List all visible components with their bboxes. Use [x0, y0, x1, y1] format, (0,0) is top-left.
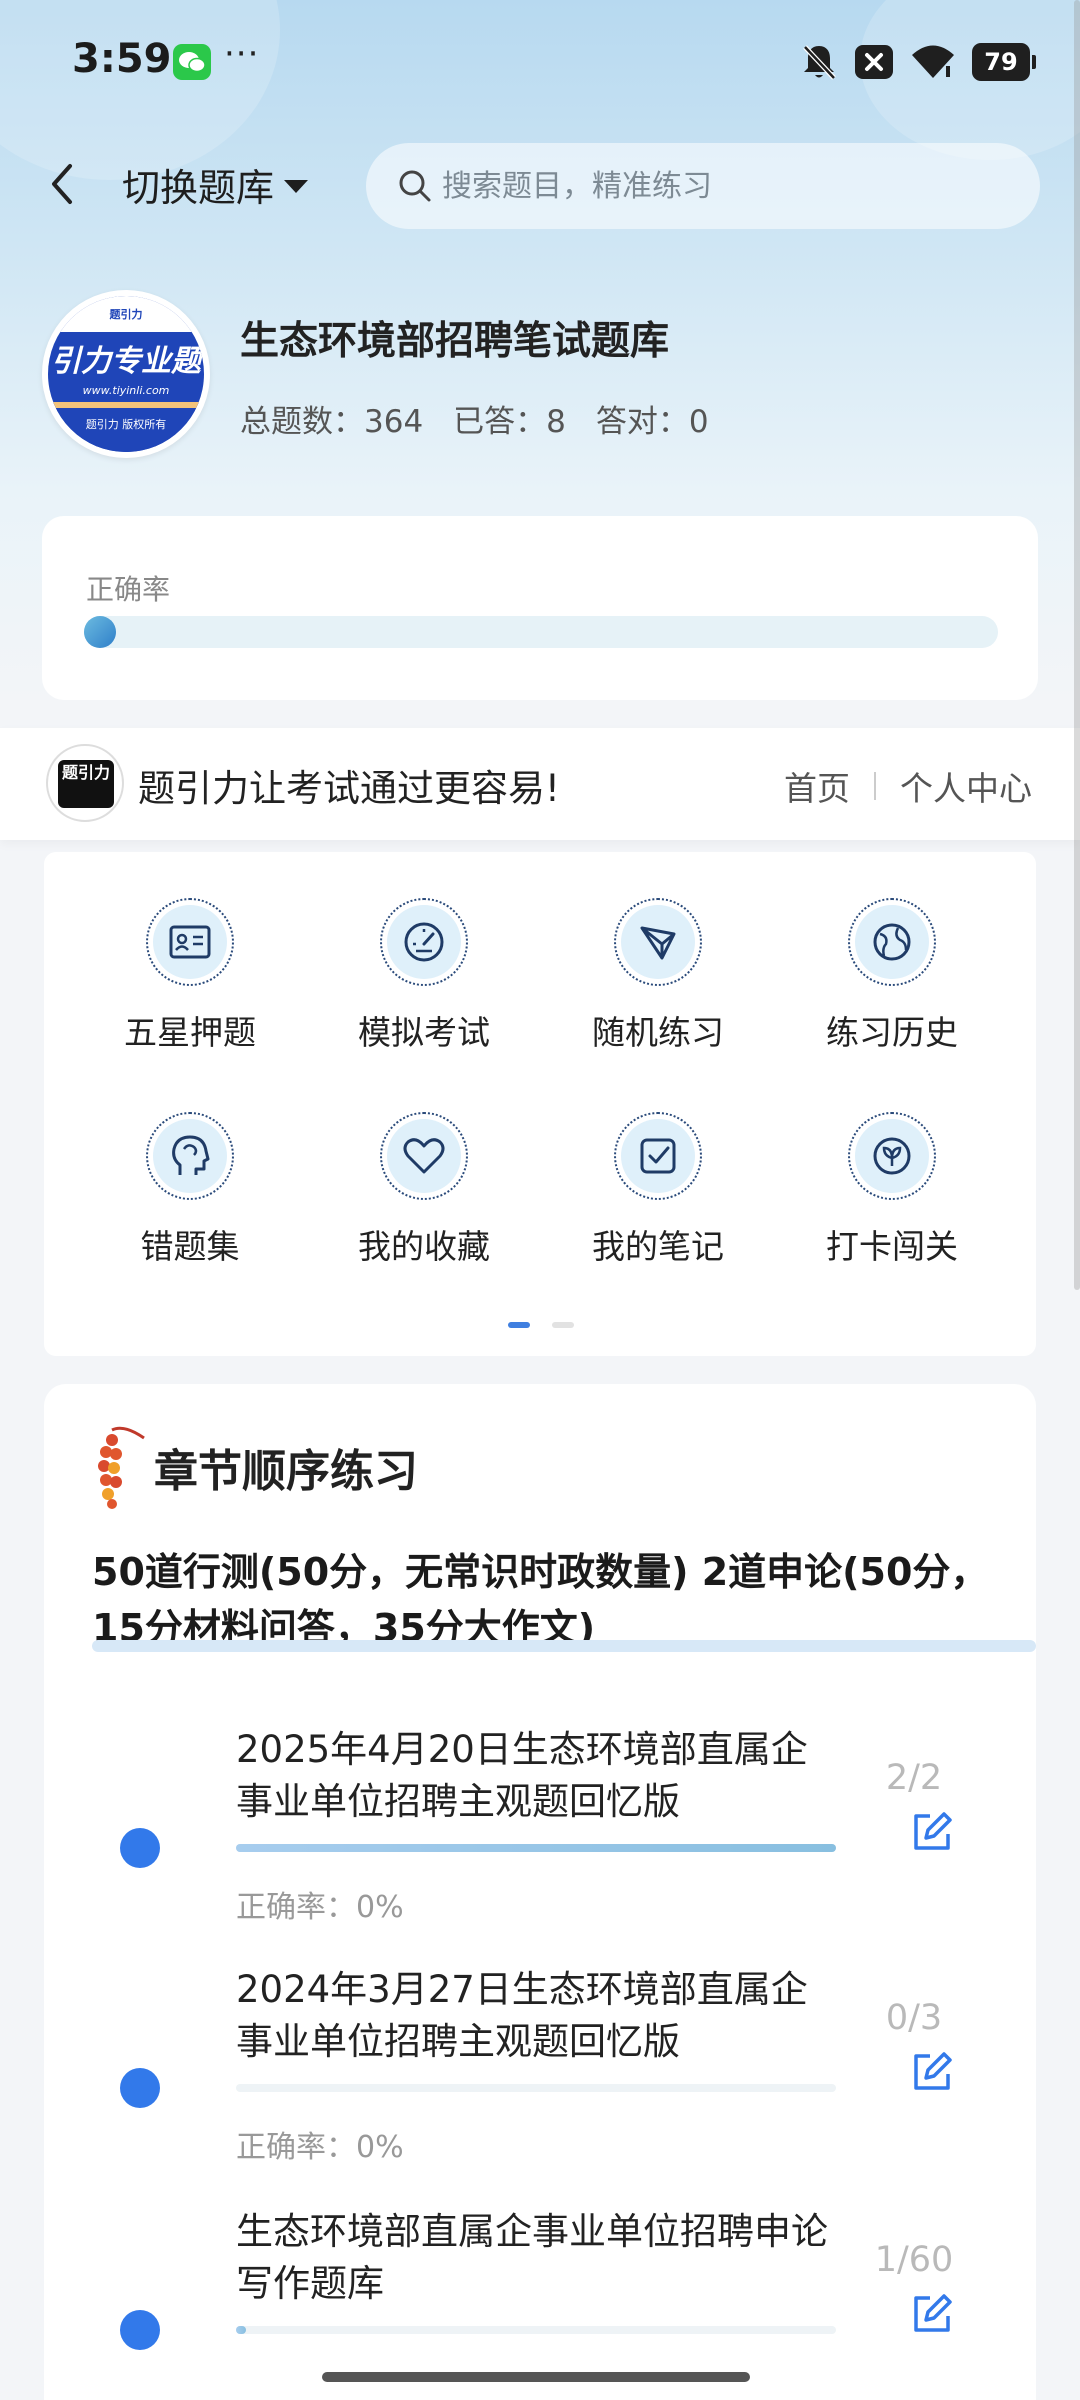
- back-arrow-icon[interactable]: [44, 160, 84, 208]
- feature-random-practice[interactable]: 随机练习: [558, 898, 758, 1054]
- chapter-heading: 章节顺序练习: [90, 1422, 418, 1512]
- speedometer-icon: [404, 922, 444, 962]
- note-check-icon: [640, 1138, 676, 1174]
- feature-check-in[interactable]: 打卡闯关: [792, 1112, 992, 1268]
- battery-indicator: 79: [972, 43, 1036, 81]
- description-highlight: [92, 1640, 1036, 1652]
- caret-down-icon: [284, 179, 309, 193]
- logo-band-text: 题引力 版权所有: [48, 402, 204, 452]
- bank-logo: 题引力 引力专业题 www.tiyinli.com 题引力 版权所有: [42, 290, 210, 458]
- answered-stat: 已答：8: [453, 404, 566, 440]
- status-icons: 79: [800, 40, 1036, 84]
- chapter-accuracy: 正确率：0%: [236, 1890, 404, 1925]
- feature-practice-history[interactable]: 练习历史: [792, 898, 992, 1054]
- close-box-icon: [855, 45, 893, 79]
- edit-icon[interactable]: [910, 1810, 954, 1854]
- feature-wrong-questions[interactable]: 错题集: [90, 1112, 290, 1268]
- wifi-icon: [912, 45, 954, 78]
- chapter-name: 2024年3月27日生态环境部直属企事业单位招聘主观题回忆版: [236, 1968, 808, 2063]
- correct-stat: 答对：0: [595, 404, 709, 440]
- brand-bar: 题引力 题引力让考试通过更容易! 首页 个人中心: [0, 728, 1080, 840]
- search-icon: [399, 170, 431, 202]
- feature-label: 我的收藏: [358, 1227, 490, 1266]
- feature-label: 打卡闯关: [826, 1227, 958, 1266]
- logo-top-text: 题引力: [48, 296, 204, 332]
- brand-links: 首页 个人中心: [784, 762, 1032, 810]
- page-dot: [552, 1322, 574, 1328]
- chapter-accuracy: 正确率：0%: [236, 2130, 404, 2165]
- brand-logo-text: 题引力: [58, 760, 114, 808]
- feature-label: 我的笔记: [592, 1227, 724, 1266]
- bell-off-icon: [803, 45, 836, 80]
- chapter-name: 生态环境部直属企事业单位招聘申论写作题库: [236, 2210, 828, 2305]
- feature-label: 模拟考试: [358, 1013, 490, 1052]
- wechat-icon: [173, 44, 211, 80]
- chapter-progress-track: [236, 2326, 836, 2334]
- accuracy-progress-track: [84, 616, 998, 648]
- brand-logo: 题引力: [46, 744, 124, 822]
- chapter-bullet: [120, 2068, 160, 2108]
- edit-icon[interactable]: [910, 2050, 954, 2094]
- feature-five-star[interactable]: 五星押题: [90, 898, 290, 1054]
- feature-notes[interactable]: 我的笔记: [558, 1112, 758, 1268]
- bank-stats: 总题数：364 已答：8 答对：0: [240, 396, 709, 441]
- feature-mock-exam[interactable]: 模拟考试: [324, 898, 524, 1054]
- firecracker-icon: [98, 1426, 145, 1509]
- chapter-count: 2/2: [885, 1758, 943, 1798]
- accuracy-progress-indicator: [84, 616, 116, 648]
- shuffle-network-icon: [640, 926, 676, 960]
- feature-label: 五星押题: [124, 1013, 256, 1052]
- chapter-item[interactable]: 2025年4月20日生态环境部直属企事业单位招聘主观题回忆版 正确率：0% 2/…: [44, 1714, 1036, 1934]
- page-dot-active: [508, 1322, 530, 1328]
- page-indicator: [508, 1322, 574, 1328]
- globe-icon: [873, 923, 911, 961]
- chapter-count: 0/3: [885, 1998, 943, 2038]
- chapter-progress-fill: [236, 1844, 836, 1852]
- chapter-name: 2025年4月20日生态环境部直属企事业单位招聘主观题回忆版: [236, 1728, 808, 1823]
- feature-label: 随机练习: [592, 1013, 724, 1052]
- chapter-bullet: [120, 2310, 160, 2350]
- chapter-section-title: 章节顺序练习: [154, 1446, 418, 1497]
- scrollbar[interactable]: [1074, 0, 1080, 1290]
- status-time: 3:59: [72, 36, 172, 82]
- home-link[interactable]: 首页: [784, 762, 850, 810]
- bank-title: 生态环境部招聘笔试题库: [240, 319, 670, 364]
- status-bar: 3:59 ··· 79: [0, 0, 1080, 120]
- home-indicator[interactable]: [322, 2372, 750, 2382]
- total-stat: 总题数：364: [240, 404, 424, 440]
- brain-head-icon: [172, 1135, 210, 1175]
- leaf-badge-icon: [873, 1137, 911, 1175]
- chapter-count: 1/60: [874, 2240, 954, 2280]
- chapter-progress-track: [236, 2084, 836, 2092]
- heart-icon: [403, 1138, 445, 1174]
- chapter-item[interactable]: 2024年3月27日生态环境部直属企事业单位招聘主观题回忆版 正确率：0% 0/…: [44, 1956, 1036, 2176]
- search-input[interactable]: [442, 168, 1002, 204]
- switch-bank-label: 切换题库: [122, 165, 275, 210]
- accuracy-label: 正确率: [86, 573, 171, 606]
- chapter-progress-track: [236, 1844, 836, 1852]
- chapter-progress-fill: [236, 2326, 247, 2334]
- profile-link[interactable]: 个人中心: [900, 762, 1032, 810]
- chapter-item[interactable]: 生态环境部直属企事业单位招聘申论写作题库 1/60: [44, 2198, 1036, 2400]
- accuracy-card: 正确率: [42, 516, 1038, 700]
- chapter-practice-card: 章节顺序练习 50道行测(50分，无常识时政数量) 2道申论(50分，15分材料…: [44, 1384, 1036, 2400]
- brand-slogan: 题引力让考试通过更容易!: [138, 767, 560, 810]
- feature-label: 错题集: [140, 1227, 240, 1266]
- feature-label: 练习历史: [826, 1013, 958, 1052]
- link-divider: [874, 772, 876, 800]
- search-box[interactable]: [366, 143, 1040, 229]
- id-card-icon: [169, 925, 211, 959]
- logo-main-text: 引力专业题: [51, 344, 201, 379]
- logo-url-text: www.tiyinli.com: [82, 384, 170, 397]
- switch-bank-dropdown[interactable]: 切换题库: [122, 160, 309, 210]
- more-notifications-icon: ···: [224, 34, 260, 74]
- edit-icon[interactable]: [910, 2292, 954, 2336]
- feature-favorites[interactable]: 我的收藏: [324, 1112, 524, 1268]
- features-grid: 五星押题 模拟考试 随机练习 练习历史 错题集 我的收藏 我的笔记 打卡闯关: [44, 852, 1036, 1356]
- chapter-bullet: [120, 1828, 160, 1868]
